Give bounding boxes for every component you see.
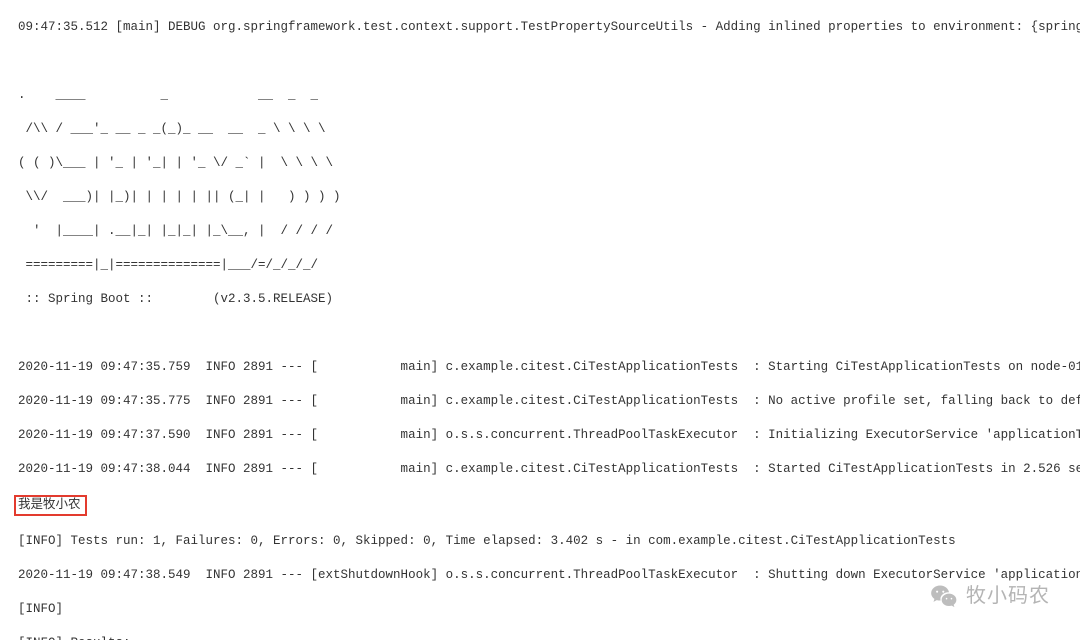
banner-line: /\\ / ___'_ __ _ _(_)_ __ __ _ \ \ \ \ (18, 121, 1080, 138)
console-output: 09:47:35.512 [main] DEBUG org.springfram… (0, 0, 1080, 640)
log-line: 2020-11-19 09:47:35.775 INFO 2891 --- [ … (18, 393, 1080, 410)
log-line: 2020-11-19 09:47:38.549 INFO 2891 --- [e… (18, 567, 1080, 584)
log-line: 2020-11-19 09:47:37.590 INFO 2891 --- [ … (18, 427, 1080, 444)
highlighted-output: 我是牧小农 (18, 495, 1080, 516)
log-line: [INFO] Results: (18, 635, 1080, 640)
banner-line: . ____ _ __ _ _ (18, 87, 1080, 104)
banner-line: ' |____| .__|_| |_|_| |_\__, | / / / / (18, 223, 1080, 240)
watermark: 牧小码农 (930, 582, 1050, 610)
banner-line: =========|_|==============|___/=/_/_/_/ (18, 257, 1080, 274)
log-line: 2020-11-19 09:47:35.759 INFO 2891 --- [ … (18, 359, 1080, 376)
watermark-text: 牧小码农 (966, 588, 1050, 605)
log-line: [INFO] (18, 601, 1080, 618)
log-line: [INFO] Tests run: 1, Failures: 0, Errors… (18, 533, 1080, 550)
wechat-icon (930, 582, 958, 610)
log-line: 2020-11-19 09:47:38.044 INFO 2891 --- [ … (18, 461, 1080, 478)
log-line: 09:47:35.512 [main] DEBUG org.springfram… (18, 19, 1080, 36)
log-line (18, 53, 1080, 70)
banner-line: ( ( )\___ | '_ | '_| | '_ \/ _` | \ \ \ … (18, 155, 1080, 172)
log-line (18, 325, 1080, 342)
spring-boot-version: :: Spring Boot :: (v2.3.5.RELEASE) (18, 291, 1080, 308)
highlight-box: 我是牧小农 (14, 495, 87, 516)
banner-line: \\/ ___)| |_)| | | | | || (_| | ) ) ) ) (18, 189, 1080, 206)
